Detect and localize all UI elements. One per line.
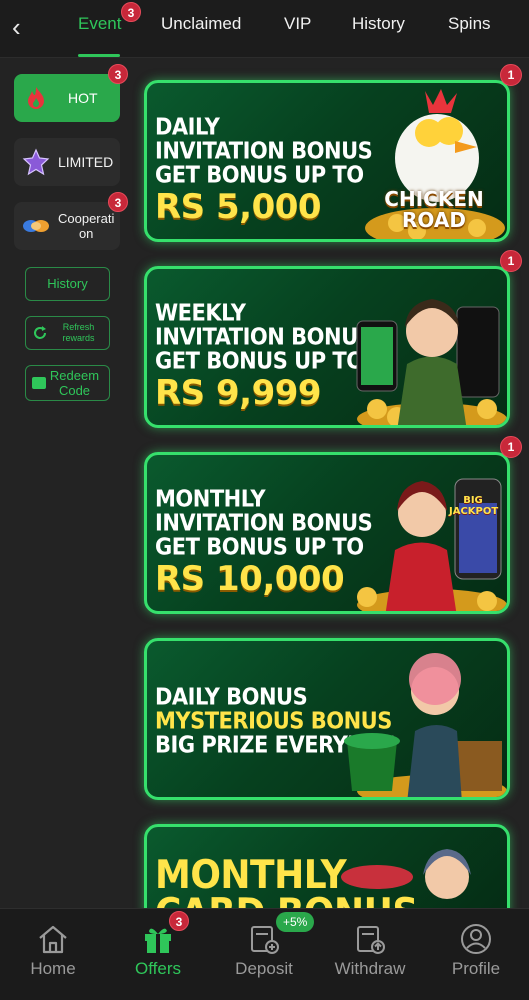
sidebar: HOT 3 LIMITED Cooperati on 3 History Ref…	[0, 58, 130, 908]
star-icon	[22, 148, 50, 176]
bottom-nav: Home Offers 3 Deposit +5% Withdraw Profi…	[0, 908, 529, 1000]
card-badge: 1	[500, 250, 522, 272]
tab-event-badge: 3	[121, 2, 141, 22]
nav-withdraw[interactable]: Withdraw	[325, 923, 415, 979]
nav-label: Offers	[135, 959, 181, 978]
nav-label: Profile	[451, 959, 501, 978]
sidebar-item-label: LIMITED	[58, 154, 114, 170]
deposit-bonus-badge: +5%	[276, 912, 315, 932]
flame-icon	[22, 84, 50, 112]
nav-home[interactable]: Home	[8, 923, 98, 979]
tab-history[interactable]: History	[352, 14, 405, 34]
refresh-rewards-button[interactable]: Refresh rewards	[25, 316, 110, 350]
nav-offers-badge: 3	[169, 911, 189, 931]
sidebar-item-limited[interactable]: LIMITED	[14, 138, 120, 186]
card-art-label: BIG JACKPOT	[449, 495, 499, 517]
sidebar-item-cooperation[interactable]: Cooperati on	[14, 202, 120, 250]
card-art-label: CHICKEN ROAD	[384, 187, 484, 232]
gift-icon	[145, 928, 171, 953]
promo-card-daily-invitation[interactable]: DAILY INVITATION BONUS GET BONUS UP TO R…	[144, 80, 510, 242]
tab-unclaimed[interactable]: Unclaimed	[161, 14, 241, 34]
refresh-icon	[32, 325, 48, 341]
home-icon	[39, 925, 67, 954]
history-button[interactable]: History	[25, 267, 110, 301]
tab-vip[interactable]: VIP	[284, 14, 311, 34]
back-arrow-icon[interactable]: ‹	[12, 12, 36, 42]
nav-label: Withdraw	[334, 959, 406, 978]
redeem-code-button[interactable]: Redeem Code	[25, 365, 110, 401]
girl-with-gift-image	[344, 653, 507, 797]
nav-offers[interactable]: Offers	[113, 923, 203, 979]
nav-label: Home	[30, 959, 76, 978]
card-badge: 1	[500, 64, 522, 86]
tab-spins[interactable]: Spins	[448, 14, 491, 34]
sidebar-item-label: HOT	[68, 90, 98, 106]
profile-icon	[461, 924, 491, 954]
red-pilot-girl-image	[357, 478, 507, 611]
tab-event[interactable]: Event	[78, 14, 121, 34]
promo-card-monthly-invitation[interactable]: MONTHLY INVITATION BONUS GET BONUS UP TO…	[144, 452, 510, 614]
nav-label: Deposit	[235, 959, 293, 978]
deposit-icon	[251, 926, 279, 954]
pilot-girl-image	[356, 299, 507, 425]
sidebar-item-label: Cooperati on	[58, 211, 115, 241]
redeem-code-label: Redeem Code	[49, 368, 100, 398]
withdraw-icon	[357, 926, 385, 954]
promo-card-weekly-invitation[interactable]: WEEKLY INVITATION BONUS GET BONUS UP TO …	[144, 266, 510, 428]
top-tab-bar: ‹ Event 3 Unclaimed VIP History Spins	[0, 0, 529, 58]
sidebar-hot-badge: 3	[108, 64, 128, 84]
sidebar-item-hot[interactable]: HOT	[14, 74, 120, 122]
sidebar-cooperation-badge: 3	[108, 192, 128, 212]
promo-card-daily-bonus[interactable]: DAILY BONUS MYSTERIOUS BONUS BIG PRIZE E…	[144, 638, 510, 800]
handshake-icon	[22, 212, 50, 240]
nav-profile[interactable]: Profile	[431, 923, 521, 979]
refresh-rewards-label: Refresh rewards	[62, 322, 95, 343]
active-tab-indicator	[78, 54, 120, 57]
card-badge: 1	[500, 436, 522, 458]
